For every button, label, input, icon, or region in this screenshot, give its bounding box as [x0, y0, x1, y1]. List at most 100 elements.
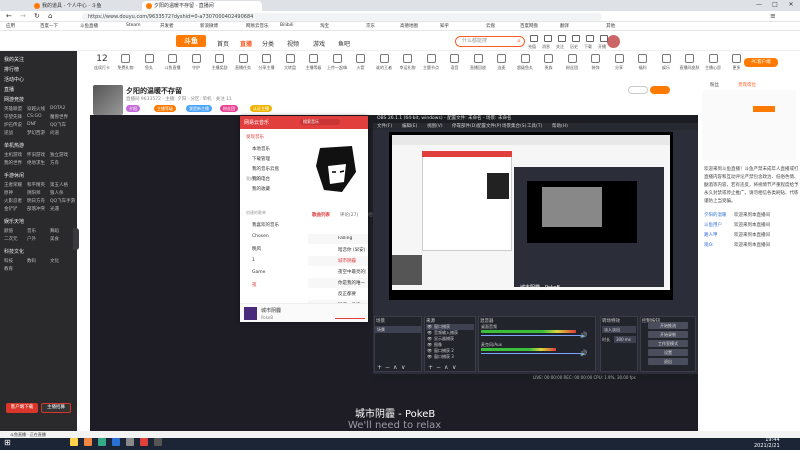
category-item[interactable]: 直播回放 [467, 54, 489, 71]
bookmark-item[interactable]: 云盘 [486, 23, 495, 29]
nav-3[interactable]: 视频 [287, 39, 299, 48]
sidebar-item[interactable]: 炉石传说 [4, 122, 22, 128]
sidebar-item[interactable]: 户外 [27, 236, 36, 242]
nav-4[interactable]: 游戏 [313, 39, 325, 48]
category-item[interactable]: 连麦 [491, 54, 513, 71]
bookmark-item[interactable]: 开发者 [160, 23, 174, 29]
sidebar-group-title[interactable]: 科技文化 [4, 248, 24, 255]
track-title[interactable]: Falling [338, 236, 366, 241]
obs-control-button[interactable]: 退出 [648, 358, 688, 365]
bookmark-item[interactable]: 应用 [6, 23, 15, 29]
category-item[interactable]: 直播间皮肤 [679, 54, 701, 71]
volume-slider[interactable] [481, 335, 581, 336]
obs-menu-item[interactable]: 场景集合(S) [502, 123, 526, 130]
sidebar-item[interactable]: 魔兽世界 [50, 114, 68, 120]
obs-control-button[interactable]: 设置 [648, 349, 688, 356]
obs-menu-item[interactable]: 工具(T) [527, 123, 542, 130]
sidebar-item[interactable]: 方舟 [50, 160, 59, 166]
user-avatar[interactable] [607, 35, 620, 48]
netease-playlist-item[interactable]: Chosen [252, 234, 269, 239]
category-item[interactable]: 火箭 [350, 54, 372, 71]
sidebar-item[interactable]: 舞蹈 [50, 228, 59, 234]
category-item[interactable]: 免费礼物 [115, 54, 137, 71]
netease-playlist-item[interactable]: 1 [252, 258, 255, 263]
category-item[interactable]: 超级鱼丸 [514, 54, 536, 71]
category-item[interactable]: 主题节点 [420, 54, 442, 71]
netease-tab[interactable]: 歌曲列表 [312, 212, 330, 218]
home-icon[interactable]: ⌂ [48, 12, 52, 20]
sidebar-group-title[interactable]: 我的关注 [4, 56, 24, 63]
category-item[interactable]: 更多 [726, 54, 748, 71]
category-item[interactable]: 鱼丸 [138, 54, 160, 71]
sidebar-group-title[interactable]: 娱乐天地 [4, 218, 24, 225]
category-item[interactable]: 装饰 [585, 54, 607, 71]
category-item[interactable]: 娱乐 [655, 54, 677, 71]
netease-playlist-item[interactable]: Game [252, 270, 265, 275]
category-item[interactable]: 斗鱼直播 [162, 54, 184, 71]
volume-slider[interactable] [481, 353, 581, 354]
follow-button[interactable] [628, 86, 648, 94]
bookmark-item[interactable]: 百度网盘 [520, 23, 538, 29]
taskbar-app-icon[interactable] [140, 438, 148, 446]
streamer-recruit-button[interactable]: 主播招募 [41, 403, 71, 413]
netease-menu-item[interactable]: 发现音乐 [246, 134, 264, 140]
reload-icon[interactable]: ↻ [34, 12, 40, 20]
sidebar-item[interactable]: 独立游戏 [50, 152, 68, 158]
taskbar-app-icon[interactable] [112, 438, 120, 446]
category-item[interactable]: 谁的王者 [373, 54, 395, 71]
menu-icon[interactable]: ≡ [770, 12, 776, 20]
speaker-icon[interactable]: 🔊 [580, 350, 587, 357]
category-item[interactable]: 分享 [608, 54, 630, 71]
nav-1[interactable]: 直播 [240, 39, 252, 48]
windows-start-icon[interactable]: ⊞ [4, 438, 11, 447]
close-icon[interactable]: ✕ [784, 1, 798, 8]
sidebar-group-title[interactable]: 网游竞技 [4, 96, 24, 103]
dock-toolbar-icon[interactable]: + [377, 364, 382, 371]
bookmark-item[interactable]: 翻译 [560, 23, 569, 29]
category-item[interactable]: 主播奖励 [209, 54, 231, 71]
sidebar-item[interactable]: 科技 [4, 258, 13, 264]
obs-control-button[interactable]: 工作室模式 [648, 340, 688, 347]
track-title[interactable]: 反正都要 [338, 291, 366, 297]
category-item[interactable]: 粉丝团 [561, 54, 583, 71]
obs-source-item[interactable]: 窗口捕获 3 [426, 354, 474, 360]
category-item[interactable]: 分享主播 [256, 54, 278, 71]
taskbar-app-icon[interactable] [98, 438, 106, 446]
sidebar-group-title[interactable]: 活动中心 [4, 76, 24, 83]
netease-mine-item[interactable]: 我的收藏 [252, 186, 270, 192]
track-title[interactable]: 你是我的唯一 [338, 280, 366, 286]
sidebar-item[interactable]: 光遇 [50, 206, 59, 212]
streamer-avatar[interactable] [93, 85, 123, 115]
sidebar-item[interactable]: 狼人杀 [50, 190, 64, 196]
sidebar-item[interactable]: 和平精英 [27, 182, 45, 188]
obs-control-button[interactable]: 开始推流 [648, 322, 688, 329]
sidebar-item[interactable]: 主机游戏 [4, 152, 22, 158]
netease-mine-item[interactable]: 我的音乐云盘 [252, 166, 279, 172]
sidebar-item[interactable]: 部落冲突 [27, 206, 45, 212]
subscribe-button[interactable] [650, 86, 670, 94]
obs-menu-item[interactable]: 文件(F) [377, 123, 392, 130]
chat-user-name[interactable]: 斗鱼用户 [704, 222, 722, 228]
sidebar-item[interactable]: 怀旧游戏 [27, 152, 45, 158]
duration-input[interactable]: 300 ms [614, 336, 636, 343]
obs-menu-item[interactable]: 配置文件(P) [477, 123, 501, 130]
sidebar-item[interactable]: DOTA2 [50, 106, 65, 111]
category-item[interactable]: 幸运礼物 [397, 54, 419, 71]
header-icon-box[interactable] [586, 35, 594, 42]
nav-5[interactable]: 鱼吧 [338, 39, 350, 48]
chat-tab[interactable]: 贵宾席位 [738, 82, 756, 88]
category-item[interactable]: 主播心愿 [702, 54, 724, 71]
bookmark-item[interactable]: 京东 [366, 23, 375, 29]
header-icon-box[interactable] [558, 35, 566, 42]
search-input[interactable]: 什么都能搜 [455, 36, 525, 47]
eye-icon[interactable]: 👁 [427, 324, 432, 329]
category-item[interactable]: 贵族 [538, 54, 560, 71]
taskbar-app-icon[interactable] [70, 438, 78, 446]
netease-mine-item[interactable]: 我的电台 [252, 176, 270, 182]
header-icon-box[interactable] [600, 35, 608, 42]
speaker-icon[interactable]: 🔊 [580, 332, 587, 339]
transition-select[interactable]: 淡入淡出 [602, 326, 636, 333]
obs-menu-item[interactable]: 编辑(E) [402, 123, 417, 130]
bookmark-item[interactable]: Bilibili [280, 23, 293, 28]
netease-playlist-item[interactable]: 晚风 [252, 246, 261, 252]
